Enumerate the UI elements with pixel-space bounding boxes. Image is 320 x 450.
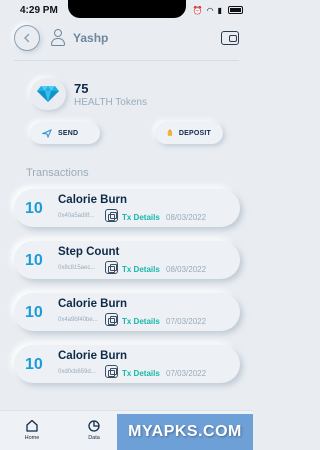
tx-amount: 10 [25, 200, 43, 217]
tx-amount: 10 [25, 356, 43, 373]
nav-data-label: Data [88, 435, 100, 441]
tx-name: Calorie Burn [58, 298, 128, 310]
tx-amount: 10 [25, 252, 43, 269]
tx-details-link[interactable]: Tx Details [122, 369, 160, 378]
transaction-row[interactable]: 10 Calorie Burn 0x40a5ad8f... Tx Details… [14, 189, 240, 227]
data-icon [88, 420, 100, 432]
transactions-heading: Transactions [26, 167, 89, 179]
signal-icon: ▮ [217, 5, 222, 15]
deposit-label: DEPOSIT [178, 129, 211, 137]
tx-date: 07/03/2022 [166, 317, 207, 326]
send-icon [42, 128, 52, 138]
tx-hash: 0xd0cb659d... [58, 369, 96, 375]
send-label: SEND [58, 129, 79, 137]
token-label: HEALTH Tokens [74, 96, 147, 108]
diamond-badge [30, 78, 66, 110]
user-icon [50, 29, 66, 47]
watermark: MYAPKS.COM [117, 414, 253, 450]
tx-date: 07/03/2022 [166, 369, 207, 378]
transaction-row[interactable]: 10 Calorie Burn 0xd0cb659d... Tx Details… [14, 345, 240, 383]
wifi-icon: ◠ [206, 5, 214, 15]
tx-name: Step Count [58, 246, 120, 258]
tx-name: Calorie Burn [58, 350, 128, 362]
back-button[interactable] [14, 25, 40, 51]
header: Yashp [14, 24, 239, 52]
tx-amount: 10 [25, 304, 43, 321]
copy-icon[interactable] [105, 365, 118, 378]
tx-date: 08/03/2022 [166, 213, 207, 222]
send-button[interactable]: SEND [30, 122, 100, 144]
token-amount: 75 [74, 80, 89, 96]
header-divider [14, 60, 239, 61]
tx-date: 08/03/2022 [166, 265, 207, 274]
copy-icon[interactable] [105, 209, 118, 222]
copy-icon[interactable] [105, 313, 118, 326]
tx-hash: 0x8c815aec... [58, 265, 96, 271]
diamond-icon [37, 86, 59, 102]
nav-data[interactable]: Data [79, 419, 109, 441]
status-icons: ⏰ ◠ ▮ [193, 6, 243, 15]
alarm-icon: ⏰ [192, 5, 203, 15]
action-row: SEND DEPOSIT [30, 122, 223, 144]
home-icon [26, 419, 38, 432]
tx-details-link[interactable]: Tx Details [122, 265, 160, 274]
status-time: 4:29 PM [20, 4, 58, 16]
tx-details-link[interactable]: Tx Details [122, 213, 160, 222]
tx-hash: 0x4a9bf40be... [58, 317, 98, 323]
transaction-row[interactable]: 10 Calorie Burn 0x4a9bf40be... Tx Detail… [14, 293, 240, 331]
copy-icon[interactable] [105, 261, 118, 274]
status-bar: 4:29 PM ⏰ ◠ ▮ [0, 0, 253, 20]
watermark-text: MYAPKS.COM [128, 423, 242, 440]
tx-name: Calorie Burn [58, 194, 128, 206]
deposit-icon [167, 129, 173, 136]
username: Yashp [73, 31, 109, 45]
tx-hash: 0x40a5ad8f... [58, 213, 95, 219]
camera-notch [67, 0, 186, 18]
back-arrow-icon [23, 33, 30, 43]
token-balance: 75 HEALTH Tokens [30, 78, 147, 110]
deposit-button[interactable]: DEPOSIT [155, 122, 223, 144]
nav-home-label: Home [24, 435, 40, 441]
nav-home[interactable]: Home [17, 419, 47, 441]
tx-details-link[interactable]: Tx Details [122, 317, 160, 326]
transaction-row[interactable]: 10 Step Count 0x8c815aec... Tx Details 0… [14, 241, 240, 279]
wallet-icon[interactable] [221, 31, 239, 45]
battery-icon [228, 6, 243, 14]
